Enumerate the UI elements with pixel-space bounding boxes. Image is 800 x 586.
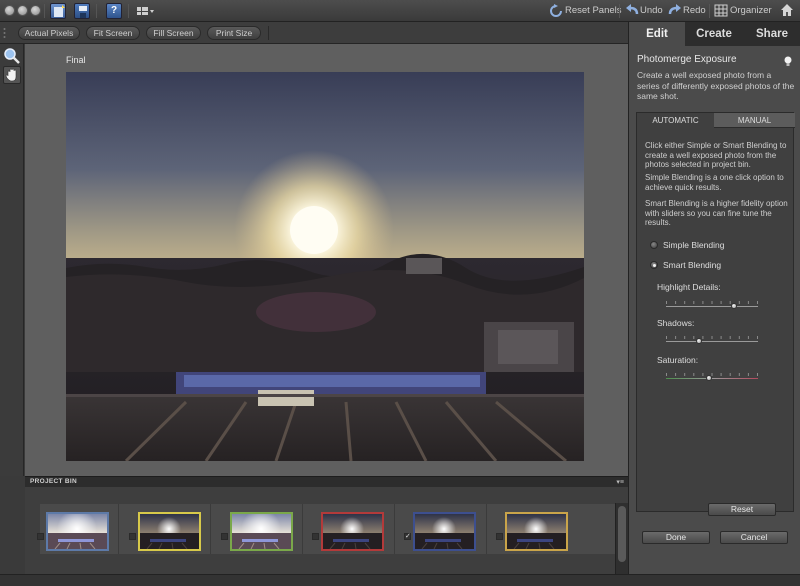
redo-icon[interactable]: [668, 4, 682, 17]
zoom-window-button[interactable]: [30, 5, 41, 16]
cancel-button[interactable]: Cancel: [720, 531, 788, 544]
thumbnail-checkbox[interactable]: [312, 533, 319, 540]
photo-thumbnail[interactable]: [505, 512, 568, 551]
exposure-options: AUTOMATIC MANUAL Click either Simple or …: [636, 112, 795, 516]
bin-menu-icon[interactable]: ▾≡: [616, 478, 624, 486]
undo-button[interactable]: Undo: [640, 5, 663, 16]
bin-scrollbar[interactable]: [615, 503, 628, 574]
fit-screen-button[interactable]: Fit Screen: [86, 26, 140, 40]
smart-blending-radio[interactable]: [650, 261, 658, 269]
toolbar-divider: [128, 4, 129, 18]
home-icon[interactable]: [780, 3, 794, 16]
merged-photo[interactable]: [66, 72, 584, 461]
slider-knob[interactable]: [706, 375, 713, 381]
minimize-window-button[interactable]: [17, 5, 28, 16]
project-bin-header: PROJECT BIN ▾≡: [25, 476, 628, 487]
project-bin-title: PROJECT BIN: [30, 478, 78, 485]
photo-thumbnail[interactable]: [230, 512, 293, 551]
intro-text: Click either Simple or Smart Blending to…: [645, 141, 787, 169]
photo-thumbnail[interactable]: [321, 512, 384, 551]
thumbnail-checkbox[interactable]: [221, 533, 228, 540]
zoom-tool-icon[interactable]: [3, 47, 21, 65]
cell-divider: [394, 504, 395, 554]
simple-blending-label[interactable]: Simple Blending: [663, 240, 724, 250]
simple-blending-help: Simple Blending is a one click option to…: [645, 173, 784, 192]
smart-blending-help: Smart Blending is a higher fidelity opti…: [645, 199, 788, 227]
image-title: Final: [66, 55, 86, 65]
new-file-icon[interactable]: [50, 3, 66, 19]
project-bin: ✓: [25, 487, 630, 574]
done-button[interactable]: Done: [642, 531, 710, 544]
tab-manual[interactable]: MANUAL: [714, 113, 795, 128]
slider-track: [666, 341, 758, 342]
reset-panels-button[interactable]: Reset Panels: [565, 5, 622, 16]
right-panel: Edit Create Share Photomerge Exposure Cr…: [628, 22, 800, 574]
toolbar-divider: [619, 4, 620, 18]
slider-track: [666, 306, 758, 307]
simple-blending-radio[interactable]: [650, 241, 658, 249]
panel-tabs: Edit Create Share: [629, 22, 800, 46]
photoshop-elements-window: ? Reset Panels Undo Redo Organizer Actua…: [0, 0, 800, 586]
tools-panel: [0, 44, 24, 476]
tab-automatic[interactable]: AUTOMATIC: [637, 113, 714, 128]
bin-scroll-thumb[interactable]: [618, 506, 626, 562]
photo-thumbnail[interactable]: [46, 512, 109, 551]
save-icon[interactable]: [74, 3, 90, 19]
redo-button[interactable]: Redo: [683, 5, 706, 16]
highlight-details-label: Highlight Details:: [657, 282, 721, 292]
thumbnail-checkbox[interactable]: ✓: [404, 533, 411, 540]
photo-thumbnail[interactable]: [138, 512, 201, 551]
undo-icon[interactable]: [625, 4, 639, 17]
slider-knob[interactable]: [731, 303, 738, 309]
cell-divider: [302, 504, 303, 554]
organizer-grid-icon[interactable]: [714, 4, 728, 17]
highlight-details-slider[interactable]: [666, 301, 758, 311]
toolbar-divider: [96, 4, 97, 18]
shadows-label: Shadows:: [657, 318, 695, 328]
saturation-label: Saturation:: [657, 355, 699, 365]
tab-share[interactable]: Share: [743, 22, 800, 46]
thumbnail-checkbox[interactable]: [37, 533, 44, 540]
help-icon[interactable]: ?: [106, 3, 122, 19]
panel-description: Create a well exposed photo from a serie…: [637, 70, 795, 101]
title-bar: ? Reset Panels Undo Redo Organizer: [0, 0, 800, 22]
actual-pixels-button[interactable]: Actual Pixels: [18, 26, 80, 40]
saturation-track: [666, 378, 758, 379]
panel-title: Photomerge Exposure: [637, 54, 737, 65]
organizer-button[interactable]: Organizer: [730, 5, 772, 16]
toolbar-divider: [44, 4, 45, 18]
saturation-slider[interactable]: [666, 373, 758, 383]
image-canvas[interactable]: Final: [25, 44, 628, 476]
view-options-bar: Actual Pixels Fit Screen Fill Screen Pri…: [0, 22, 628, 44]
toolbar-divider: [268, 26, 269, 40]
thumbnail-checkbox[interactable]: [496, 533, 503, 540]
toolbar-divider: [709, 4, 710, 18]
status-bar: [0, 574, 800, 586]
tab-edit[interactable]: Edit: [629, 22, 685, 46]
reset-button[interactable]: Reset: [708, 503, 776, 516]
photo-thumbnail[interactable]: [413, 512, 476, 551]
workspace-layout-icon[interactable]: [136, 3, 156, 19]
tip-bulb-icon[interactable]: [784, 54, 792, 66]
cell-divider: [486, 504, 487, 554]
toolbar-grip-icon: [3, 26, 6, 40]
slider-knob[interactable]: [696, 338, 703, 344]
thumbnail-checkbox[interactable]: [129, 533, 136, 540]
fill-screen-button[interactable]: Fill Screen: [146, 26, 201, 40]
cell-divider: [210, 504, 211, 554]
reset-panels-icon[interactable]: [549, 4, 563, 17]
smart-blending-label[interactable]: Smart Blending: [663, 260, 721, 270]
close-window-button[interactable]: [4, 5, 15, 16]
cell-divider: [118, 504, 119, 554]
hand-tool-icon[interactable]: [3, 66, 21, 84]
tab-create[interactable]: Create: [685, 22, 743, 46]
shadows-slider[interactable]: [666, 336, 758, 346]
print-size-button[interactable]: Print Size: [207, 26, 261, 40]
